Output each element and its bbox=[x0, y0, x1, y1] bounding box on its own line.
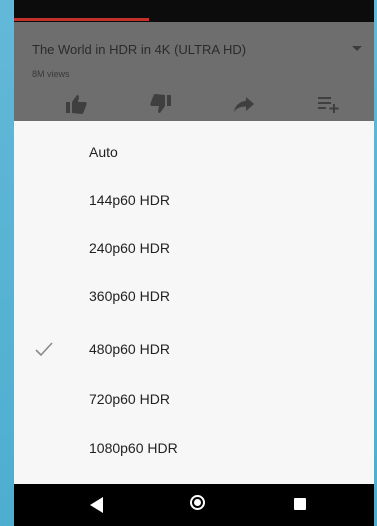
add-to-playlist-icon[interactable] bbox=[316, 94, 340, 114]
expand-description-icon[interactable] bbox=[352, 46, 362, 51]
android-nav-bar bbox=[14, 484, 374, 526]
checkmark-icon bbox=[35, 342, 53, 357]
quality-option-label: Auto bbox=[89, 144, 118, 160]
video-progress-bar[interactable] bbox=[14, 18, 149, 21]
home-icon[interactable] bbox=[190, 495, 205, 510]
video-player[interactable] bbox=[14, 0, 374, 22]
back-icon[interactable] bbox=[90, 497, 103, 513]
phone-screen: The World in HDR in 4K (ULTRA HD) 8M vie… bbox=[14, 0, 374, 526]
quality-option-label: 240p60 HDR bbox=[89, 240, 170, 256]
quality-option-360p60[interactable]: 360p60 HDR bbox=[14, 273, 374, 321]
quality-option-label: 720p60 HDR bbox=[89, 391, 170, 407]
video-title: The World in HDR in 4K (ULTRA HD) bbox=[32, 42, 247, 57]
quality-selection-sheet: Auto 144p60 HDR 240p60 HDR 360p60 HDR 48… bbox=[14, 121, 374, 484]
quality-option-label: 360p60 HDR bbox=[89, 288, 170, 304]
quality-option-720p60[interactable]: 720p60 HDR bbox=[14, 376, 374, 424]
like-icon[interactable] bbox=[64, 94, 88, 114]
quality-option-144p60[interactable]: 144p60 HDR bbox=[14, 177, 374, 225]
video-info-panel: The World in HDR in 4K (ULTRA HD) 8M vie… bbox=[14, 22, 374, 121]
recent-apps-icon[interactable] bbox=[294, 498, 306, 510]
quality-option-label: 1080p60 HDR bbox=[89, 440, 178, 456]
quality-option-1080p60[interactable]: 1080p60 HDR bbox=[14, 425, 374, 473]
view-count: 8M views bbox=[32, 69, 70, 79]
video-actions bbox=[14, 94, 374, 116]
quality-option-auto[interactable]: Auto bbox=[14, 129, 374, 177]
quality-option-240p60[interactable]: 240p60 HDR bbox=[14, 225, 374, 273]
quality-option-label: 144p60 HDR bbox=[89, 192, 170, 208]
screen-frame: The World in HDR in 4K (ULTRA HD) 8M vie… bbox=[0, 0, 377, 526]
quality-option-480p60[interactable]: 480p60 HDR bbox=[14, 326, 374, 374]
dislike-icon[interactable] bbox=[149, 94, 173, 114]
share-icon[interactable] bbox=[232, 94, 256, 114]
quality-option-label: 480p60 HDR bbox=[89, 341, 170, 357]
